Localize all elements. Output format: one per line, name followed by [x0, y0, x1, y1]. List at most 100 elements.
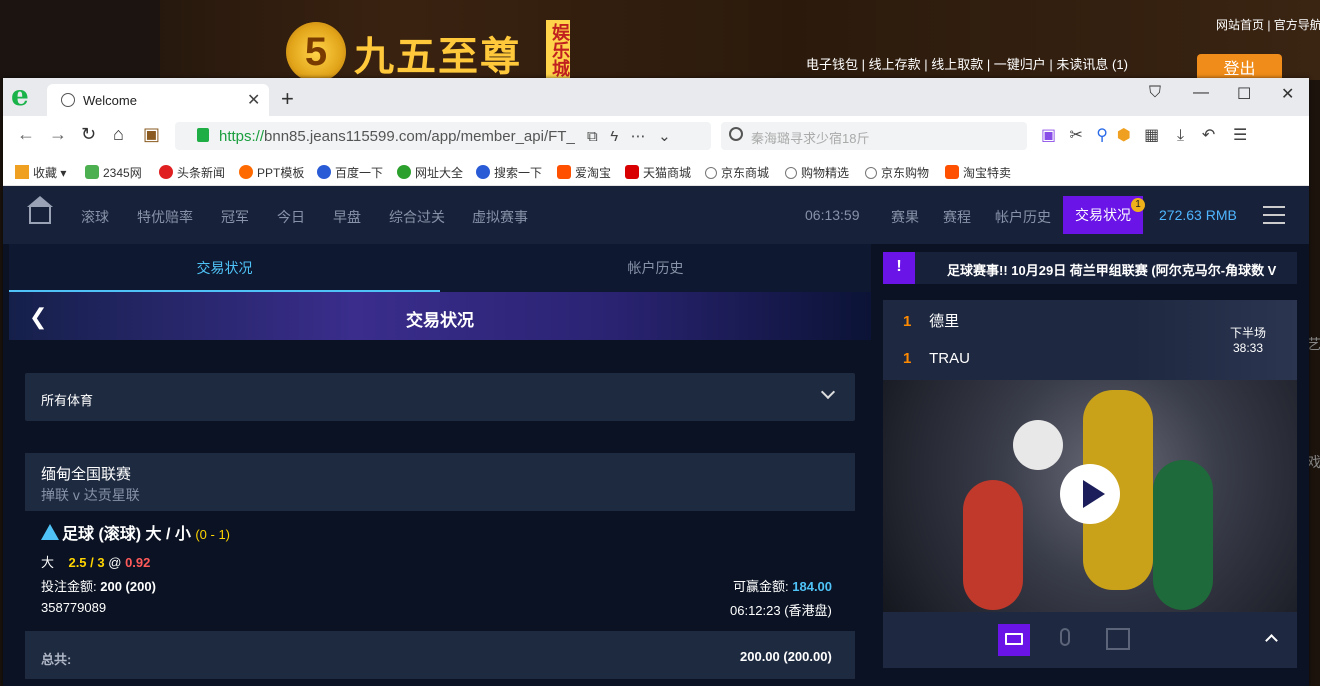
- league-name: 缅甸全国联赛: [41, 466, 132, 483]
- bet-match-header: 缅甸全国联赛 掸联 v 达贡星联: [25, 453, 855, 511]
- browser-tab[interactable]: Welcome ✕: [47, 84, 269, 116]
- shirt-icon[interactable]: ⛉: [1149, 84, 1161, 102]
- ticker-text: 足球赛事!! 10月29日 荷兰甲组联赛 (阿尔克马尔-角球数 V: [947, 263, 1277, 278]
- nav-schedule[interactable]: 赛程: [943, 207, 971, 227]
- tv-icon: [1005, 633, 1023, 645]
- page-content: 滚球 特优赔率 冠军 今日 早盘 综合过关 虚拟赛事 06:13:59 赛果 赛…: [3, 186, 1309, 686]
- bet-time: 06:12:23 (香港盘): [730, 603, 832, 618]
- bookmark-item[interactable]: 2345网: [85, 164, 142, 181]
- nav-parlay[interactable]: 综合过关: [389, 207, 445, 227]
- nav-account-history[interactable]: 帐户历史: [995, 207, 1051, 227]
- brand-logo-icon: 5: [286, 22, 346, 82]
- chevron-up-icon[interactable]: [1265, 634, 1278, 647]
- bookmark-item[interactable]: 搜索一下: [476, 164, 542, 181]
- url-field[interactable]: https://bnn85.jeans115599.com/app/member…: [175, 122, 711, 150]
- search-box[interactable]: 秦海璐寻求少宿18斤: [721, 122, 1027, 150]
- url-action-icons[interactable]: ⧉ ϟ ⋯ ⌄: [587, 127, 671, 145]
- nav-special-odds[interactable]: 特优赔率: [137, 207, 193, 227]
- nav-inplay[interactable]: 滚球: [81, 207, 109, 227]
- nav-champion[interactable]: 冠军: [221, 207, 249, 227]
- browser-logo-icon[interactable]: e: [11, 82, 37, 110]
- site-nav-links[interactable]: 电子钱包 | 线上存款 | 线上取款 | 一键归户 | 未读讯息 (1): [806, 54, 1128, 73]
- address-bar: ← → ↻ ⌂ ▣ https://bnn85.jeans115599.com/…: [3, 116, 1309, 156]
- match-period: 下半场 38:33: [1229, 326, 1266, 355]
- secure-lock-icon: [197, 128, 209, 142]
- total-value: 200.00 (200.00): [740, 649, 832, 664]
- bet-type: 足球 (滚球) 大 / 小 (0 - 1): [41, 520, 230, 544]
- live-score-card: 1 德里 1 TRAU 下半场 38:33: [883, 300, 1297, 380]
- ball-graphic: [1013, 420, 1063, 470]
- announcement-icon: !: [883, 252, 915, 284]
- announcement-ticker[interactable]: ! 足球赛事!! 10月29日 荷兰甲组联赛 (阿尔克马尔-角球数 V: [883, 252, 1297, 284]
- briefcase-icon[interactable]: ▣: [143, 124, 160, 145]
- back-icon[interactable]: ←: [17, 124, 35, 145]
- toolbar-icons[interactable]: ▣ ✂ ⚲ ⬢ ▦ ⤓ ↶ ☰: [1041, 125, 1247, 145]
- filter-label: 所有体育: [41, 393, 94, 408]
- panel-header: ❮ 交易状况: [9, 292, 871, 340]
- bookmarks-bar: 收藏 ▾ 2345网 头条新闻 PPT模板 百度一下 网址大全 搜索一下 爱淘宝…: [3, 156, 1309, 186]
- away-row: 1 TRAU: [903, 350, 970, 367]
- tab-account-history[interactable]: 帐户历史: [440, 244, 871, 292]
- brand-logo-tag: 娱乐城: [546, 20, 570, 80]
- player-graphic: [963, 480, 1023, 610]
- home-icon[interactable]: ⌂: [113, 124, 124, 145]
- bookmark-item[interactable]: PPT模板: [239, 164, 304, 181]
- minimize-button[interactable]: —: [1193, 84, 1209, 102]
- bet-status-panel: 交易状况 帐户历史 ❮ 交易状况 所有体育 缅甸全国联赛 掸联 v 达贡星联 足…: [9, 244, 871, 686]
- new-tab-button[interactable]: +: [281, 86, 294, 112]
- field-grid-icon[interactable]: [1106, 628, 1130, 650]
- close-tab-icon[interactable]: ✕: [247, 90, 260, 110]
- reload-icon[interactable]: ↻: [81, 124, 96, 145]
- bookmark-item[interactable]: 头条新闻: [159, 164, 225, 181]
- bookmark-item[interactable]: 收藏 ▾: [15, 164, 66, 181]
- sub-tabs: 交易状况 帐户历史: [9, 244, 871, 292]
- stake: 投注金额: 200 (200): [41, 579, 156, 594]
- bet-id: 358779089: [41, 600, 107, 615]
- video-controls: [883, 612, 1297, 668]
- match-name: 掸联 v 达贡星联: [41, 487, 140, 503]
- bookmark-item[interactable]: 京东商城: [705, 164, 769, 181]
- browser-window: e Welcome ✕ + ⛉ — ☐ ✕ ← → ↻ ⌂ ▣ https://…: [3, 78, 1309, 686]
- clock: 06:13:59: [805, 207, 860, 223]
- bookmark-item[interactable]: 百度一下: [317, 164, 383, 181]
- close-window-button[interactable]: ✕: [1281, 84, 1294, 104]
- tab-title: Welcome: [83, 93, 137, 108]
- balance: 272.63 RMB: [1159, 207, 1237, 223]
- nav-virtual[interactable]: 虚拟赛事: [472, 207, 528, 227]
- live-video-player[interactable]: [883, 380, 1297, 612]
- chevron-down-icon: [820, 384, 836, 400]
- url-text: https://bnn85.jeans115599.com/app/member…: [219, 128, 575, 145]
- globe-icon: [61, 93, 75, 107]
- top-navigation: 滚球 特优赔率 冠军 今日 早盘 综合过关 虚拟赛事 06:13:59 赛果 赛…: [3, 186, 1309, 244]
- background-left-panel: [0, 0, 160, 80]
- tab-bet-status[interactable]: 交易状况: [9, 244, 440, 292]
- home-icon[interactable]: [29, 206, 51, 224]
- search-icon: [729, 127, 743, 141]
- microphone-icon[interactable]: [1060, 628, 1070, 646]
- bookmark-item[interactable]: 淘宝特卖: [945, 164, 1011, 181]
- site-top-links[interactable]: 网站首页 | 官方导航: [1216, 16, 1320, 33]
- nav-today[interactable]: 今日: [277, 207, 305, 227]
- search-input[interactable]: 秦海璐寻求少宿18斤: [751, 128, 869, 147]
- nav-early[interactable]: 早盘: [333, 207, 361, 227]
- bookmark-item[interactable]: 京东购物: [865, 164, 929, 181]
- brand-logo-text: 九五至尊: [354, 34, 522, 80]
- play-icon: [1083, 480, 1105, 508]
- bookmark-item[interactable]: 天猫商城: [625, 164, 691, 181]
- sport-filter-dropdown[interactable]: 所有体育: [25, 373, 855, 421]
- tv-button[interactable]: [998, 624, 1030, 656]
- player-graphic: [1153, 460, 1213, 610]
- bookmark-item[interactable]: 购物精选: [785, 164, 849, 181]
- total-row: 总共: 200.00 (200.00): [25, 631, 855, 679]
- hamburger-menu-icon[interactable]: [1263, 206, 1285, 224]
- forward-icon[interactable]: →: [49, 124, 67, 145]
- page-title: 交易状况: [406, 311, 474, 330]
- bookmark-item[interactable]: 爱淘宝: [557, 164, 611, 181]
- maximize-button[interactable]: ☐: [1237, 84, 1251, 104]
- home-row: 1 德里: [903, 313, 960, 330]
- notification-badge: 1: [1131, 198, 1145, 212]
- bet-selection: 大 2.5 / 3 @ 0.92: [41, 555, 151, 570]
- nav-results[interactable]: 赛果: [891, 207, 919, 227]
- bookmark-item[interactable]: 网址大全: [397, 164, 463, 181]
- potential-win: 可赢金额: 184.00: [733, 579, 833, 594]
